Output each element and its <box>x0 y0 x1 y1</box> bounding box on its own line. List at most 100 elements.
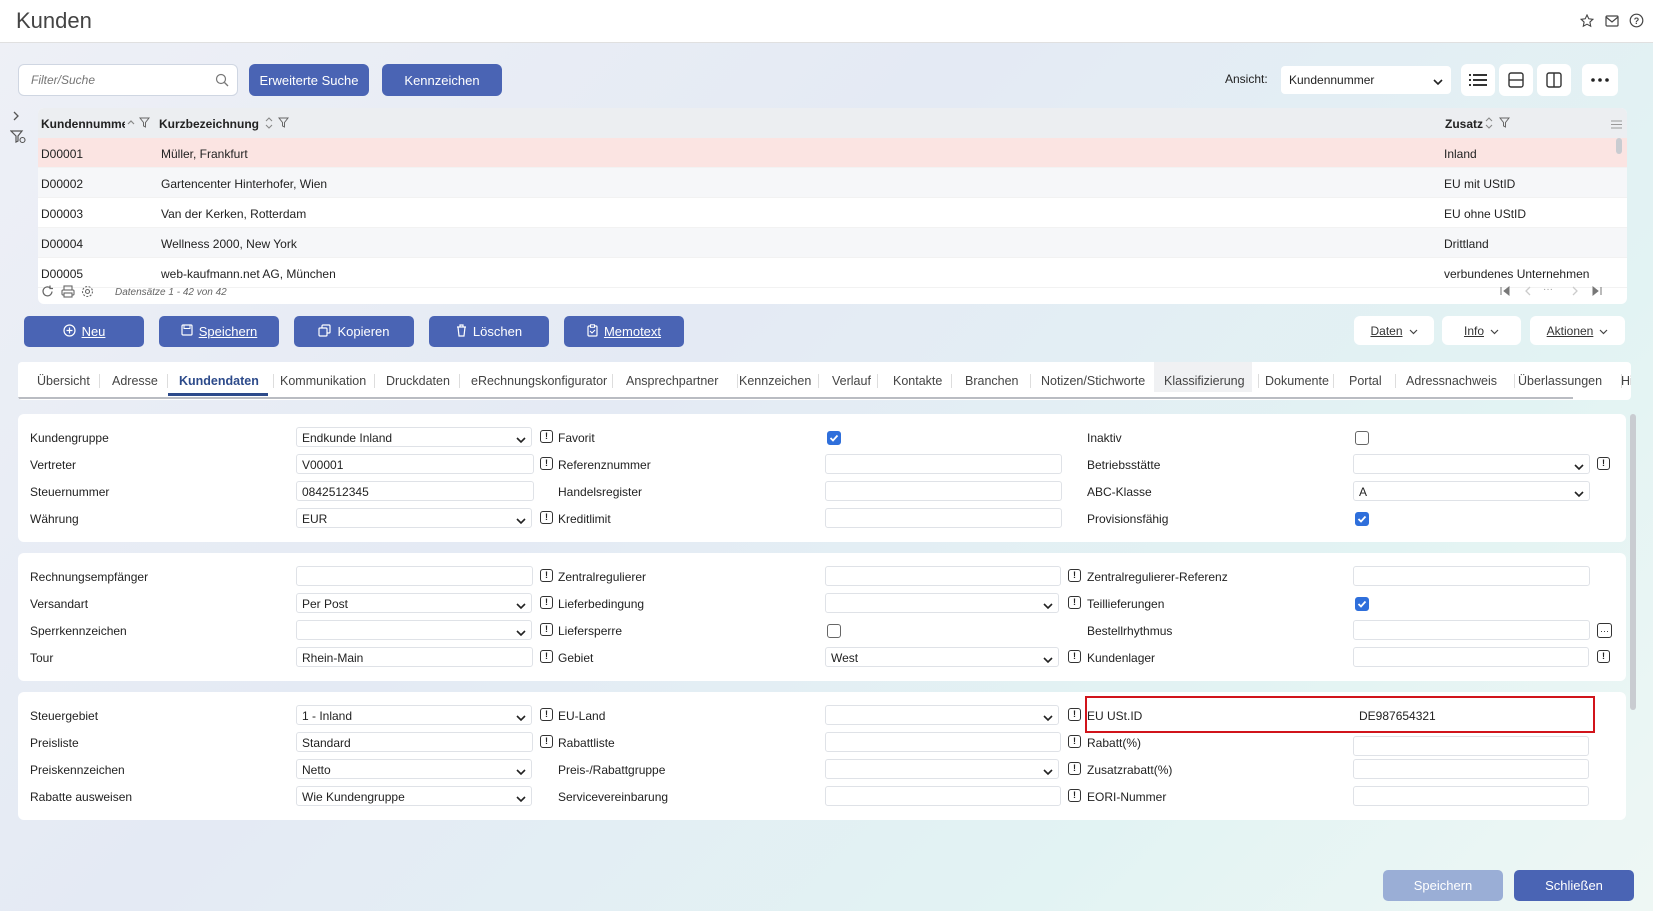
info-icon[interactable]: ! <box>540 708 553 721</box>
favorite-checkbox[interactable] <box>827 431 841 445</box>
settings-icon[interactable] <box>81 285 94 301</box>
tab-overview[interactable]: Übersicht <box>37 362 90 400</box>
new-button[interactable]: Neu <box>24 316 144 347</box>
info-icon[interactable]: ! <box>1068 762 1081 775</box>
discount-percent-input[interactable] <box>1353 736 1589 756</box>
shipping-method-select[interactable]: Per Post <box>296 593 532 613</box>
info-icon[interactable]: ! <box>540 735 553 748</box>
refresh-icon[interactable] <box>41 285 54 301</box>
price-flag-select[interactable]: Netto <box>296 759 532 779</box>
credit-limit-input[interactable] <box>825 508 1062 528</box>
prev-page-icon[interactable] <box>1523 285 1533 300</box>
advanced-search-button[interactable]: Erweiterte Suche <box>249 64 369 96</box>
reference-number-input[interactable] <box>825 454 1062 474</box>
info-icon[interactable]: ! <box>1597 457 1610 470</box>
grid-scrollbar[interactable] <box>1616 138 1622 154</box>
search-input[interactable] <box>31 66 211 94</box>
filter-search-box[interactable] <box>18 64 238 96</box>
info-icon[interactable]: ! <box>540 569 553 582</box>
tab-portal[interactable]: Portal <box>1349 362 1382 400</box>
sort-icon[interactable] <box>1484 117 1494 132</box>
trade-register-input[interactable] <box>825 481 1062 501</box>
tags-button[interactable]: Kennzeichen <box>382 64 502 96</box>
tax-area-select[interactable]: 1 - Inland <box>296 705 532 725</box>
tab-history-more[interactable]: His <box>1621 362 1631 400</box>
branch-select[interactable] <box>1353 454 1590 474</box>
tax-number-input[interactable]: 0842512345 <box>296 481 534 501</box>
copy-button[interactable]: Kopieren <box>294 316 414 347</box>
info-icon[interactable]: ! <box>540 650 553 663</box>
list-view-button[interactable] <box>1461 64 1495 96</box>
table-row[interactable]: D00003 Van der Kerken, Rotterdam EU ohne… <box>38 198 1627 228</box>
tab-communication[interactable]: Kommunikation <box>280 362 366 400</box>
central-regulator-input[interactable] <box>825 566 1061 586</box>
show-discounts-select[interactable]: Wie Kundengruppe <box>296 786 532 806</box>
info-icon[interactable]: ! <box>1068 708 1081 721</box>
delivery-block-checkbox[interactable] <box>827 624 841 638</box>
column-header-customer-number[interactable]: Kundennummer <box>41 117 131 131</box>
form-scrollbar[interactable] <box>1630 414 1636 710</box>
customer-warehouse-input[interactable] <box>1353 647 1589 667</box>
price-discount-group-select[interactable] <box>825 759 1059 779</box>
abc-class-select[interactable]: A <box>1353 481 1590 501</box>
info-icon[interactable]: ! <box>540 430 553 443</box>
info-icon[interactable]: ! <box>1068 735 1081 748</box>
tab-address-proof[interactable]: Adressnachweis <box>1406 362 1497 400</box>
eu-country-select[interactable] <box>825 705 1059 725</box>
save-button[interactable]: Speichern <box>159 316 279 347</box>
memo-button[interactable]: Memotext <box>564 316 684 347</box>
first-page-icon[interactable] <box>1499 285 1511 300</box>
tab-einvoice-configurator[interactable]: eRechnungskonfigurator <box>471 362 607 400</box>
column-menu-icon[interactable] <box>1611 118 1622 132</box>
info-icon[interactable]: ! <box>1068 569 1081 582</box>
footer-save-button[interactable]: Speichern <box>1383 870 1503 901</box>
tab-history[interactable]: Verlauf <box>832 362 871 400</box>
commissionable-checkbox[interactable] <box>1355 512 1369 526</box>
split-horizontal-button[interactable] <box>1499 64 1533 96</box>
filter-settings-icon[interactable] <box>9 130 26 147</box>
close-button[interactable]: Schließen <box>1514 870 1634 901</box>
tab-print-data[interactable]: Druckdaten <box>386 362 450 400</box>
print-icon[interactable] <box>61 285 75 301</box>
last-page-icon[interactable] <box>1591 285 1603 300</box>
partial-deliveries-checkbox[interactable] <box>1355 597 1369 611</box>
mail-icon[interactable] <box>1603 12 1620 29</box>
table-row[interactable]: D00002 Gartencenter Hinterhofer, Wien EU… <box>38 168 1627 198</box>
tab-contact-persons[interactable]: Ansprechpartner <box>626 362 718 400</box>
info-icon[interactable]: ! <box>540 596 553 609</box>
more-button[interactable] <box>1582 64 1618 96</box>
service-agreement-input[interactable] <box>825 786 1061 806</box>
area-select[interactable]: West <box>825 647 1059 667</box>
delete-button[interactable]: Löschen <box>429 316 549 347</box>
customer-group-select[interactable]: Endkunde Inland <box>296 427 532 447</box>
price-list-input[interactable]: Standard <box>296 732 533 752</box>
tab-classification[interactable]: Klassifizierung <box>1164 362 1245 400</box>
order-rhythm-input[interactable] <box>1353 620 1590 640</box>
block-flag-select[interactable] <box>296 620 532 640</box>
info-icon[interactable]: ! <box>540 511 553 524</box>
column-header-extra[interactable]: Zusatz <box>1445 117 1483 131</box>
more-options-icon[interactable]: ··· <box>1597 623 1612 638</box>
additional-discount-input[interactable] <box>1353 759 1589 779</box>
info-icon[interactable]: ! <box>1597 650 1610 663</box>
info-menu-button[interactable]: Info <box>1442 316 1521 345</box>
filter-icon[interactable] <box>277 117 290 131</box>
search-icon[interactable] <box>215 73 229 90</box>
tab-notes[interactable]: Notizen/Stichworte <box>1041 362 1145 400</box>
tab-contacts[interactable]: Kontakte <box>893 362 942 400</box>
column-header-short-name[interactable]: Kurzbezeichnung <box>159 117 259 131</box>
info-icon[interactable]: ! <box>1068 789 1081 802</box>
next-page-icon[interactable] <box>1570 285 1580 300</box>
info-icon[interactable]: ! <box>540 623 553 636</box>
data-menu-button[interactable]: Daten <box>1354 316 1434 345</box>
table-row[interactable]: D00004 Wellness 2000, New York Drittland <box>38 228 1627 258</box>
invoice-recipient-input[interactable] <box>296 566 533 586</box>
info-icon[interactable]: ! <box>540 457 553 470</box>
tab-industries[interactable]: Branchen <box>965 362 1019 400</box>
table-row[interactable]: D00001 Müller, Frankfurt Inland <box>38 138 1627 168</box>
tab-assignments[interactable]: Überlassungen <box>1518 362 1602 400</box>
chevron-right-icon[interactable] <box>12 110 20 124</box>
split-vertical-button[interactable] <box>1537 64 1571 96</box>
filter-icon[interactable] <box>1498 117 1511 131</box>
info-icon[interactable]: ! <box>1068 650 1081 663</box>
